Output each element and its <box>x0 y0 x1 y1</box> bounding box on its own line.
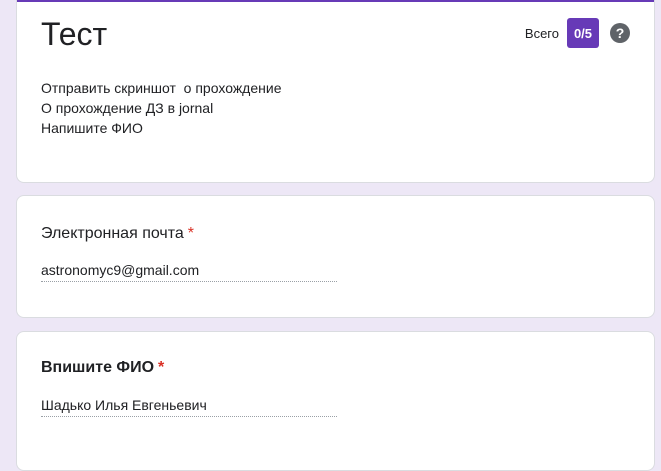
score-summary: Всего 0/5 ? <box>525 18 630 48</box>
question-card-full-name: Впишите ФИО * Шадько Илья Евгеньевич <box>16 331 655 471</box>
score-label: Всего <box>524 25 559 41</box>
question-title-text: Впишите ФИО <box>41 359 155 376</box>
question-card-email: Электронная почта * astronomyc9@gmail.com <box>16 195 655 318</box>
help-circle-icon[interactable]: ? <box>610 23 630 43</box>
description-line: Отправить скриншот о прохождение <box>41 80 282 96</box>
question-title-text: Электронная почта <box>41 225 184 242</box>
question-title: Впишите ФИО * <box>41 358 164 378</box>
question-title: Электронная почта * <box>41 224 194 244</box>
required-asterisk: * <box>187 225 195 242</box>
description-line: О прохождение ДЗ в jornal <box>41 100 214 116</box>
form-header-card: Тест Всего 0/5 ? Отправить скриншот о пр… <box>16 0 655 183</box>
form-title: Тест <box>41 16 108 52</box>
email-answer-field[interactable]: astronomyc9@gmail.com <box>41 260 337 282</box>
form-description: Отправить скриншот о прохождение О прохо… <box>41 78 281 138</box>
description-line: Напишите ФИО <box>41 120 143 136</box>
required-asterisk: * <box>158 359 165 376</box>
score-badge: 0/5 <box>567 18 599 48</box>
full-name-answer-field[interactable]: Шадько Илья Евгеньевич <box>41 395 337 417</box>
